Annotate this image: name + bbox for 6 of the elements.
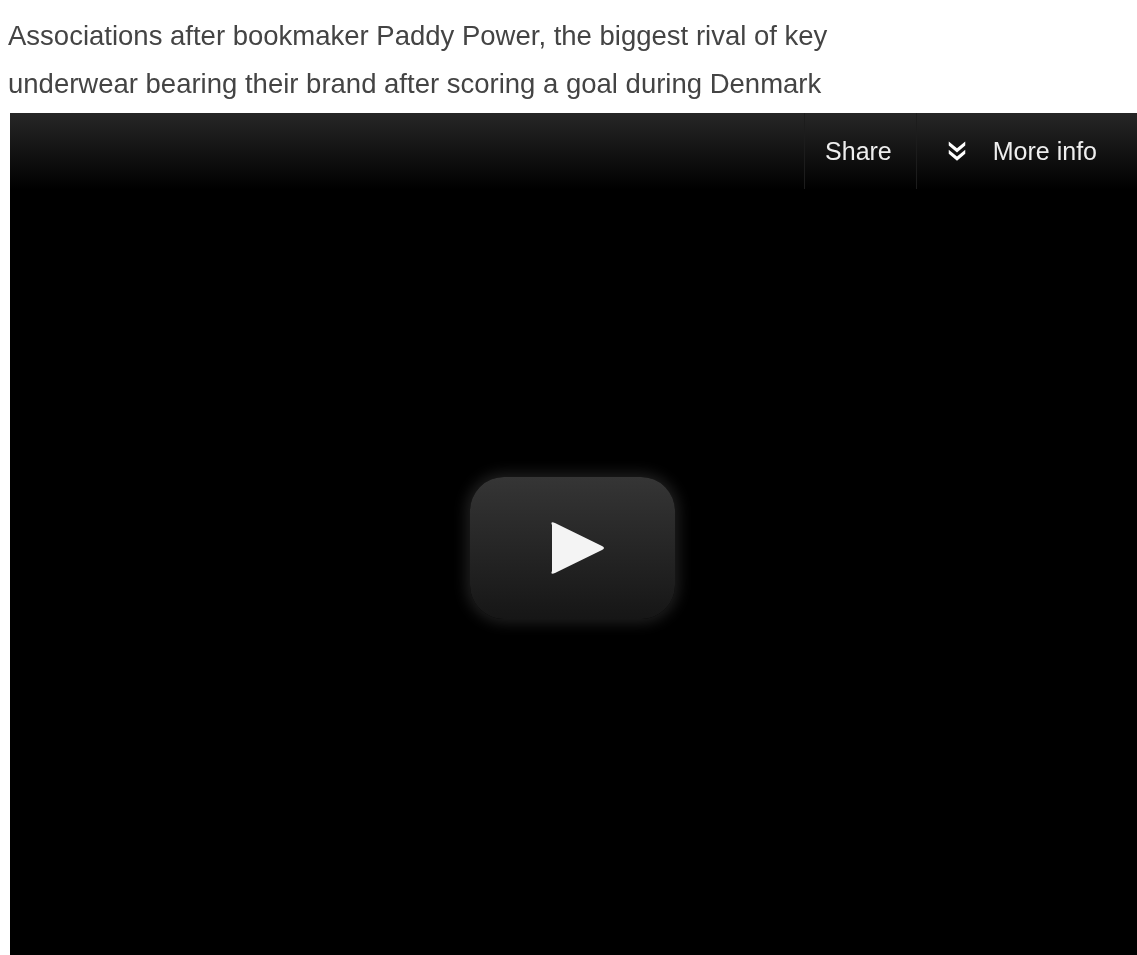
share-button[interactable]: Share: [804, 113, 916, 189]
more-info-button[interactable]: More info: [915, 113, 1137, 189]
play-button[interactable]: [470, 477, 675, 619]
article-text: underwear bearing their brand after scoring a goal during Denmark: [8, 67, 822, 101]
article-text: Associations after bookmaker Paddy Power, the biggest rival of key: [8, 19, 828, 53]
double-chevron-down-icon: [946, 140, 967, 162]
